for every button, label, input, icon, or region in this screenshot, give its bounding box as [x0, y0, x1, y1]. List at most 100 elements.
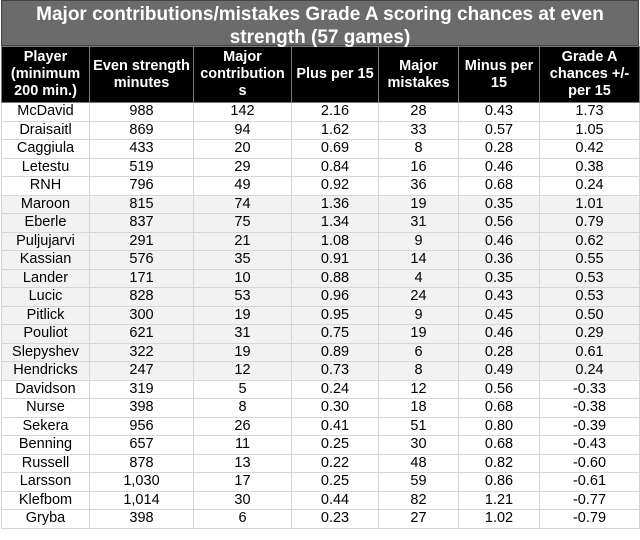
- plus-per-15-cell: 2.16: [291, 102, 379, 122]
- contributions-cell: 75: [193, 213, 292, 233]
- minus-per-15-cell: 0.46: [458, 231, 540, 251]
- net-per-15-cell: 0.61: [539, 342, 640, 362]
- minutes-cell: 657: [89, 435, 194, 455]
- plus-per-15-cell: 0.30: [291, 398, 379, 418]
- net-per-15-cell: 1.05: [539, 120, 640, 140]
- player-cell: Pitlick: [1, 305, 90, 325]
- net-per-15-cell: -0.38: [539, 398, 640, 418]
- minutes-cell: 796: [89, 176, 194, 196]
- net-per-15-cell: -0.39: [539, 416, 640, 436]
- net-per-15-cell: 0.42: [539, 139, 640, 159]
- minutes-cell: 519: [89, 157, 194, 177]
- mistakes-cell: 9: [378, 305, 459, 325]
- contributions-cell: 20: [193, 139, 292, 159]
- table-row: Larsson 1,030 17 0.25 59 0.86 -0.61: [1, 472, 640, 492]
- plus-per-15-cell: 0.95: [291, 305, 379, 325]
- minus-per-15-cell: 0.46: [458, 157, 540, 177]
- table-row: Benning 657 11 0.25 30 0.68 -0.43: [1, 435, 640, 455]
- header-mistakes: Major mistakes: [378, 46, 459, 103]
- net-per-15-cell: 0.53: [539, 268, 640, 288]
- table-row: Lucic 828 53 0.96 24 0.43 0.53: [1, 287, 640, 307]
- player-cell: Larsson: [1, 472, 90, 492]
- minutes-cell: 878: [89, 453, 194, 473]
- contributions-cell: 30: [193, 490, 292, 510]
- table-row: Russell 878 13 0.22 48 0.82 -0.60: [1, 453, 640, 473]
- player-cell: Slepyshev: [1, 342, 90, 362]
- minus-per-15-cell: 0.28: [458, 139, 540, 159]
- plus-per-15-cell: 0.41: [291, 416, 379, 436]
- contributions-cell: 6: [193, 509, 292, 529]
- mistakes-cell: 24: [378, 287, 459, 307]
- player-cell: Lander: [1, 268, 90, 288]
- minus-per-15-cell: 0.49: [458, 361, 540, 381]
- contributions-cell: 49: [193, 176, 292, 196]
- contributions-cell: 74: [193, 194, 292, 214]
- mistakes-cell: 51: [378, 416, 459, 436]
- minus-per-15-cell: 0.56: [458, 213, 540, 233]
- minus-per-15-cell: 0.68: [458, 398, 540, 418]
- header-plus-per-15: Plus per 15: [291, 46, 379, 103]
- player-cell: Letestu: [1, 157, 90, 177]
- table-row: Maroon 815 74 1.36 19 0.35 1.01: [1, 194, 640, 214]
- contributions-cell: 19: [193, 305, 292, 325]
- minus-per-15-cell: 0.45: [458, 305, 540, 325]
- mistakes-cell: 28: [378, 102, 459, 122]
- mistakes-cell: 8: [378, 139, 459, 159]
- contributions-cell: 35: [193, 250, 292, 270]
- mistakes-cell: 31: [378, 213, 459, 233]
- plus-per-15-cell: 1.36: [291, 194, 379, 214]
- minutes-cell: 988: [89, 102, 194, 122]
- net-per-15-cell: -0.77: [539, 490, 640, 510]
- plus-per-15-cell: 0.24: [291, 379, 379, 399]
- player-cell: Maroon: [1, 194, 90, 214]
- player-cell: Hendricks: [1, 361, 90, 381]
- table-row: Davidson 319 5 0.24 12 0.56 -0.33: [1, 379, 640, 399]
- contributions-cell: 17: [193, 472, 292, 492]
- player-cell: Benning: [1, 435, 90, 455]
- table-row: Pitlick 300 19 0.95 9 0.45 0.50: [1, 305, 640, 325]
- mistakes-cell: 9: [378, 231, 459, 251]
- header-player: Player (minimum 200 min.): [1, 46, 90, 103]
- minutes-cell: 171: [89, 268, 194, 288]
- minus-per-15-cell: 0.35: [458, 194, 540, 214]
- header-minutes: Even strength minutes: [89, 46, 194, 103]
- net-per-15-cell: 0.24: [539, 176, 640, 196]
- contributions-cell: 53: [193, 287, 292, 307]
- contributions-cell: 12: [193, 361, 292, 381]
- player-cell: Nurse: [1, 398, 90, 418]
- table-row: Caggiula 433 20 0.69 8 0.28 0.42: [1, 139, 640, 159]
- plus-per-15-cell: 1.08: [291, 231, 379, 251]
- plus-per-15-cell: 0.84: [291, 157, 379, 177]
- mistakes-cell: 18: [378, 398, 459, 418]
- player-cell: Kassian: [1, 250, 90, 270]
- minutes-cell: 322: [89, 342, 194, 362]
- header-minus-per-15: Minus per 15: [458, 46, 540, 103]
- plus-per-15-cell: 1.34: [291, 213, 379, 233]
- minutes-cell: 300: [89, 305, 194, 325]
- header-contributions: Major contribution s: [193, 46, 292, 103]
- player-cell: Klefbom: [1, 490, 90, 510]
- table-row: Pouliot 621 31 0.75 19 0.46 0.29: [1, 324, 640, 344]
- table-row: Hendricks 247 12 0.73 8 0.49 0.24: [1, 361, 640, 381]
- player-cell: RNH: [1, 176, 90, 196]
- mistakes-cell: 12: [378, 379, 459, 399]
- plus-per-15-cell: 0.75: [291, 324, 379, 344]
- contributions-cell: 13: [193, 453, 292, 473]
- net-per-15-cell: -0.60: [539, 453, 640, 473]
- net-per-15-cell: -0.79: [539, 509, 640, 529]
- net-per-15-cell: 0.38: [539, 157, 640, 177]
- contributions-cell: 142: [193, 102, 292, 122]
- minus-per-15-cell: 0.68: [458, 176, 540, 196]
- contributions-cell: 8: [193, 398, 292, 418]
- minutes-cell: 815: [89, 194, 194, 214]
- net-per-15-cell: -0.43: [539, 435, 640, 455]
- net-per-15-cell: 0.55: [539, 250, 640, 270]
- minus-per-15-cell: 0.82: [458, 453, 540, 473]
- table-row: McDavid 988 142 2.16 28 0.43 1.73: [1, 102, 640, 122]
- minus-per-15-cell: 0.43: [458, 102, 540, 122]
- plus-per-15-cell: 0.69: [291, 139, 379, 159]
- minus-per-15-cell: 0.56: [458, 379, 540, 399]
- minus-per-15-cell: 0.46: [458, 324, 540, 344]
- minus-per-15-cell: 0.43: [458, 287, 540, 307]
- table-row: Eberle 837 75 1.34 31 0.56 0.79: [1, 213, 640, 233]
